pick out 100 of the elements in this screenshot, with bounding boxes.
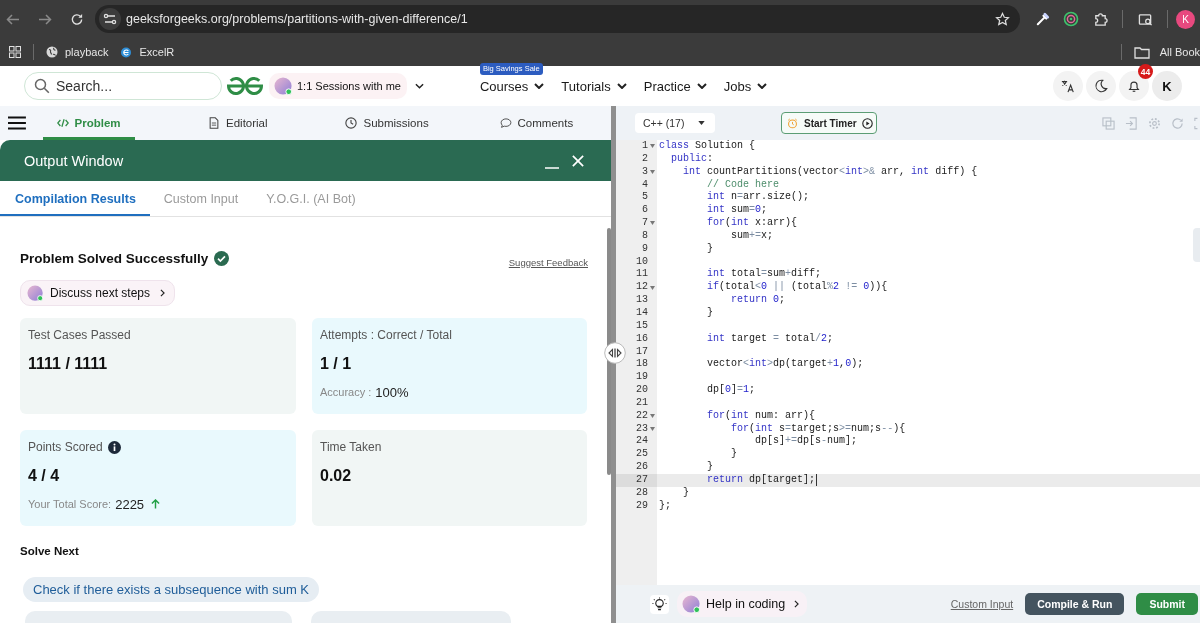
problem-link[interactable]: Check if there exists a subsequence with sum K <box>23 577 320 602</box>
profile-avatar[interactable]: K <box>1176 9 1195 29</box>
code-line[interactable]: sum+=x; <box>659 229 774 243</box>
theme-button[interactable] <box>1086 71 1116 101</box>
discuss-button[interactable]: Discuss next steps <box>20 280 176 306</box>
minimize-icon[interactable] <box>545 166 559 169</box>
nav-menu[interactable]: Jobs <box>723 78 768 94</box>
tab[interactable]: Compilation Results <box>0 181 150 216</box>
reload-icon[interactable] <box>70 12 84 26</box>
fold-arrow-icon[interactable] <box>650 221 655 226</box>
code-line[interactable]: } <box>659 242 713 256</box>
bookmark[interactable]: ExcelR <box>120 46 175 58</box>
nav-menu[interactable]: Practice <box>643 78 707 94</box>
start-timer-button[interactable]: Start Timer <box>781 112 877 134</box>
apps-grid-icon[interactable] <box>9 46 21 58</box>
code-line[interactable]: }; <box>659 499 671 513</box>
address-bar[interactable]: geeksforgeeks.org/problems/partitions-with-given-difference/1 <box>95 5 1020 33</box>
code-line[interactable]: vector<int>dp(target+1,0); <box>659 358 864 372</box>
card-note-value: 2225 <box>115 496 145 512</box>
code-line[interactable]: } <box>659 461 713 474</box>
sessions-button[interactable]: 1:1 Sessions with me <box>269 73 407 99</box>
line-number: 6 <box>642 204 648 218</box>
card-value: 0.02 <box>320 466 352 486</box>
star-icon[interactable] <box>995 11 1010 27</box>
fold-arrow-icon[interactable] <box>650 285 655 290</box>
help-button[interactable]: Help in coding <box>677 591 808 617</box>
code-line[interactable]: } <box>659 448 737 462</box>
line-number: 12 <box>636 281 648 295</box>
code-line[interactable]: dp[0]=1; <box>659 384 756 397</box>
all-bookmarks[interactable]: All Book <box>1159 46 1200 58</box>
chevron-down-icon[interactable] <box>414 83 424 89</box>
site-settings-icon[interactable] <box>99 8 121 30</box>
code-line[interactable]: int sum=0; <box>659 204 768 218</box>
submit-button[interactable]: Submit <box>1136 593 1198 615</box>
line-number: 20 <box>636 384 648 397</box>
feedback-link[interactable]: Suggest Feedback <box>508 256 588 268</box>
fold-arrow-icon[interactable] <box>650 170 655 175</box>
code-line[interactable]: for(int s=target;s>=num;s--){ <box>659 422 906 436</box>
nav-menu[interactable]: Courses <box>479 78 545 94</box>
chevron-right-icon <box>160 289 166 297</box>
code-line[interactable]: int countPartitions(vector<int>& arr, int diff) { <box>659 165 978 179</box>
code-line[interactable]: if(total<0 || (total%2 != 0)){ <box>659 281 888 295</box>
code-icon <box>56 117 69 129</box>
line-number: 14 <box>636 306 648 320</box>
card-label: Time Taken <box>320 440 382 454</box>
hint-button[interactable] <box>650 594 669 614</box>
card-label: Attempts : Correct / Total <box>320 328 452 342</box>
forward-arrow-icon[interactable] <box>38 12 52 26</box>
code-line[interactable]: for(int x:arr){ <box>659 217 798 230</box>
info-icon[interactable] <box>107 440 121 454</box>
custom-input-link[interactable]: Custom Input <box>950 598 1014 610</box>
language-dropdown[interactable]: C++ (17) <box>635 113 715 133</box>
compile-run-button[interactable]: Compile & Run <box>1025 593 1125 615</box>
menu-icon[interactable] <box>8 116 26 130</box>
code-line[interactable]: int total=sum+diff; <box>659 268 822 282</box>
code-line[interactable]: } <box>659 306 713 320</box>
user-avatar[interactable]: K <box>1152 71 1182 101</box>
line-number: 3 <box>642 165 648 179</box>
bookmark[interactable]: playback <box>46 46 109 58</box>
caret-down-icon <box>698 121 705 125</box>
tab[interactable]: Submissions <box>331 106 443 140</box>
logo-icon[interactable] <box>225 75 265 97</box>
line-number: 25 <box>636 448 648 462</box>
card-value: 4 / 4 <box>28 466 60 486</box>
close-icon[interactable] <box>572 154 584 167</box>
line-number: 17 <box>636 345 648 359</box>
translate-button[interactable] <box>1053 71 1083 101</box>
code-line[interactable]: } <box>659 486 689 500</box>
code-line[interactable]: int target = total/2; <box>659 332 834 346</box>
tab-search-icon[interactable] <box>1138 11 1153 27</box>
code-line[interactable]: return 0; <box>659 294 786 307</box>
line-number: 4 <box>642 178 648 192</box>
folder-icon <box>1133 45 1150 59</box>
nav-menu[interactable]: Tutorials <box>561 78 627 94</box>
tab[interactable]: Comments <box>485 106 588 140</box>
ring-icon[interactable] <box>1063 11 1079 27</box>
chevron-down-icon <box>616 83 627 89</box>
chevron-down-icon <box>757 83 768 89</box>
code-line[interactable]: // Code here <box>659 178 780 192</box>
code-line[interactable]: dp[s]+=dp[s-num]; <box>659 435 858 449</box>
fold-arrow-icon[interactable] <box>650 427 655 431</box>
scrollbar-thumb[interactable] <box>607 228 611 475</box>
puzzle-icon[interactable] <box>1093 11 1108 27</box>
line-number: 2 <box>642 152 648 166</box>
moon-icon <box>1094 79 1108 93</box>
notifications-button[interactable] <box>1119 71 1149 101</box>
fold-arrow-icon[interactable] <box>650 414 655 419</box>
code-line[interactable]: public: <box>659 152 714 166</box>
tab[interactable]: Editorial <box>194 106 282 140</box>
back-arrow-icon[interactable] <box>6 12 20 26</box>
search-input[interactable]: Search... <box>56 78 206 94</box>
line-number: 19 <box>636 371 648 385</box>
fold-arrow-icon[interactable] <box>650 144 655 149</box>
code-line[interactable]: class Solution { <box>659 140 756 153</box>
eyedropper-icon[interactable] <box>1035 11 1050 27</box>
avatar-icon <box>27 284 44 302</box>
resize-handle-icon[interactable] <box>604 342 626 364</box>
code-line[interactable]: int n=arr.size(); <box>659 191 810 205</box>
code-line[interactable]: for(int num: arr){ <box>659 409 816 423</box>
code-line[interactable]: return dp[target]; <box>659 473 816 487</box>
